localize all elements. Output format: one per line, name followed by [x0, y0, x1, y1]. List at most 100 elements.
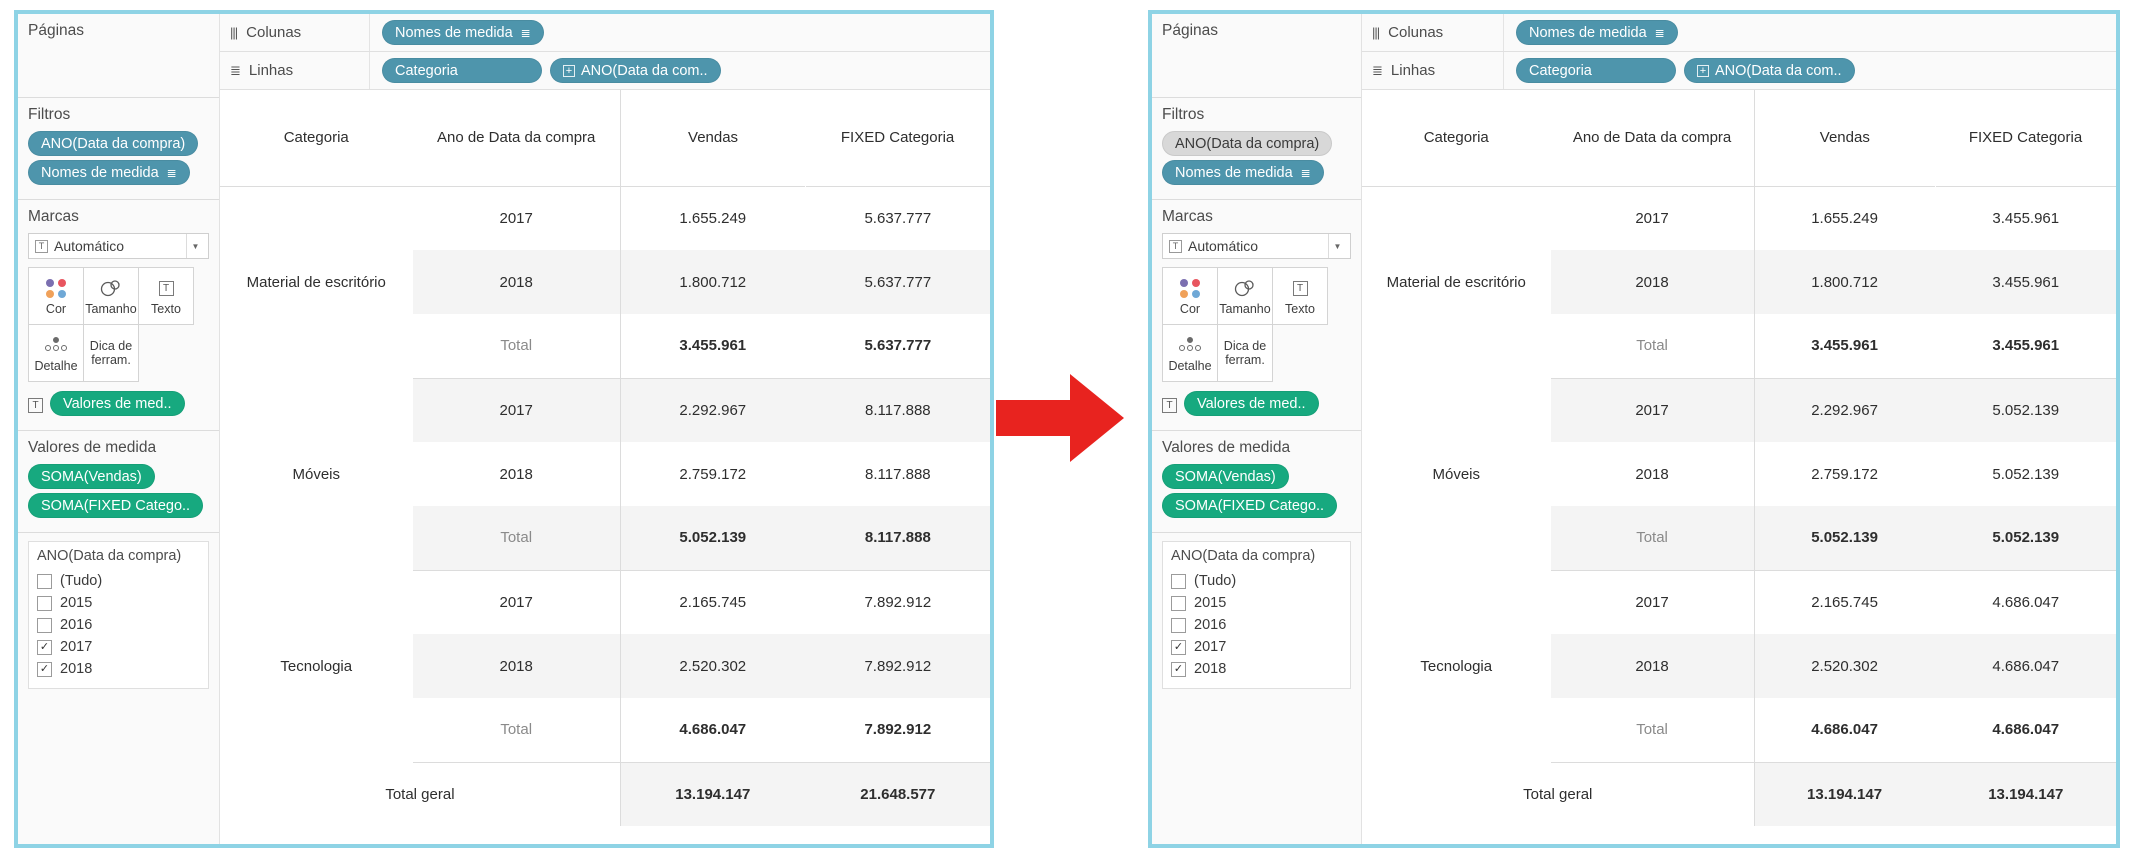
row-fixed-cell: 3.455.961 — [1935, 314, 2116, 379]
marks-button-detalhe[interactable]: Detalhe — [1162, 324, 1218, 382]
checkbox-unchecked-icon[interactable] — [1171, 573, 1186, 589]
text-box-icon: T — [1292, 276, 1308, 300]
filter-checkbox-item[interactable]: 2016 — [1171, 614, 1342, 636]
columns-shelf[interactable]: ||| Colunas Nomes de medida ≣ — [220, 14, 990, 52]
checkbox-unchecked-icon[interactable] — [1171, 617, 1186, 633]
row-vendas-cell: 1.655.249 — [1753, 186, 1936, 250]
table-row: Tecnologia 2017 2.165.745 4.686.047 — [1362, 570, 2116, 675]
row-fixed-cell: 8.117.888 — [805, 378, 990, 442]
row-year-cell: Total — [412, 314, 621, 379]
shelf-pill-categoria[interactable]: Categoria — [1516, 58, 1676, 83]
marks-button-texto[interactable]: T Texto — [1272, 267, 1328, 325]
row-fixed-cell: 4.686.047 — [1935, 698, 2116, 763]
shelf-pill-ano-data-da-compra[interactable]: + ANO(Data da com.. — [1684, 58, 1855, 83]
filter-checkbox-item[interactable]: ✓ 2018 — [37, 658, 200, 680]
rows-shelf[interactable]: ≣ Linhas Categoria + ANO(Data da com.. — [1362, 52, 2116, 90]
filter-checkbox-item[interactable]: ✓ 2017 — [1171, 636, 1342, 658]
measure-value-vendas-label: SOMA(Vendas) — [41, 468, 142, 485]
ano-filter-title: ANO(Data da compra) — [1171, 548, 1316, 564]
filter-checkbox-item[interactable]: ✓ 2018 — [1171, 658, 1342, 680]
marks-button-texto-label: Texto — [151, 302, 181, 316]
rows-shelf-label: ≣ Linhas — [220, 52, 370, 89]
measure-values-title: Valores de medida — [28, 439, 157, 456]
measure-value-pill-fixed-categoria[interactable]: SOMA(FIXED Catego.. — [28, 493, 204, 518]
marks-type-dropdown[interactable]: T Automático ▼ — [1162, 233, 1351, 259]
measure-value-pill-vendas[interactable]: SOMA(Vendas) — [28, 464, 155, 489]
text-mark-icon: T — [1169, 239, 1182, 253]
marks-button-cor[interactable]: Cor — [1162, 267, 1218, 325]
columns-shelf[interactable]: ||| Colunas Nomes de medida ≣ — [1362, 14, 2116, 52]
ano-filter-list[interactable]: ANO(Data da compra) (Tudo) 2015 2016 ✓ 2… — [28, 541, 209, 689]
checkbox-checked-icon[interactable]: ✓ — [37, 639, 52, 655]
marks-pill-label: Valores de med.. — [63, 395, 172, 412]
shelf-pill-nomes-de-medida[interactable]: Nomes de medida ≣ — [382, 20, 544, 45]
marks-button-tamanho[interactable]: Tamanho — [1217, 267, 1273, 325]
marks-button-dica-de-ferramenta[interactable]: Dica de ferram. — [1217, 324, 1273, 382]
checkbox-unchecked-icon[interactable] — [37, 595, 52, 611]
col-header-fixed-categoria: FIXED Categoria — [840, 129, 955, 147]
left-rail-after: Páginas Filtros ANO(Data da compra) Nome… — [1152, 14, 1362, 844]
filter-checkbox-item[interactable]: 2015 — [1171, 592, 1342, 614]
size-circles-icon — [98, 276, 124, 300]
pages-card[interactable]: Páginas — [18, 14, 219, 98]
chevron-down-icon[interactable]: ▼ — [186, 234, 204, 258]
checkbox-checked-icon[interactable]: ✓ — [37, 661, 52, 677]
shelf-pill-nomes-de-medida[interactable]: Nomes de medida ≣ — [1516, 20, 1678, 45]
measure-value-pill-fixed-categoria[interactable]: SOMA(FIXED Catego.. — [1162, 493, 1338, 518]
marks-button-cor[interactable]: Cor — [28, 267, 84, 325]
filter-pill-ano[interactable]: ANO(Data da compra) — [1162, 131, 1333, 156]
rows-shelf-pills: Categoria + ANO(Data da com.. — [1504, 58, 1855, 83]
pages-card-title: Páginas — [28, 22, 85, 39]
ano-filter-card[interactable]: ANO(Data da compra) (Tudo) 2015 2016 ✓ 2… — [18, 533, 219, 844]
filter-pill-nomes-label: Nomes de medida — [1175, 164, 1293, 181]
row-year-cell: 2018 — [412, 634, 621, 698]
marks-button-tamanho[interactable]: Tamanho — [83, 267, 139, 325]
pages-card[interactable]: Páginas — [1152, 14, 1361, 98]
filters-card[interactable]: Filtros ANO(Data da compra) Nomes de med… — [18, 98, 219, 200]
marks-pill-valores-de-medida[interactable]: Valores de med.. — [50, 391, 185, 416]
marks-card[interactable]: Marcas T Automático ▼ Cor Tamanho T Text… — [18, 200, 219, 431]
shelf-pill-ano-data-da-compra[interactable]: + ANO(Data da com.. — [550, 58, 721, 83]
text-box-icon: T — [1162, 398, 1177, 413]
marks-type-dropdown[interactable]: T Automático ▼ — [28, 233, 209, 259]
checkbox-unchecked-icon[interactable] — [37, 617, 52, 633]
filter-checkbox-item[interactable]: 2015 — [37, 592, 200, 614]
marks-card[interactable]: Marcas T Automático ▼ Cor Tamanho T Text… — [1152, 200, 1361, 431]
measure-value-pill-vendas[interactable]: SOMA(Vendas) — [1162, 464, 1289, 489]
filter-checkbox-item[interactable]: (Tudo) — [1171, 570, 1342, 592]
measure-values-card[interactable]: Valores de medida SOMA(Vendas) SOMA(FIXE… — [1152, 431, 1361, 533]
checkbox-checked-icon[interactable]: ✓ — [1171, 639, 1186, 655]
plus-box-icon[interactable]: + — [1697, 64, 1709, 77]
checkbox-unchecked-icon[interactable] — [1171, 595, 1186, 611]
filter-pill-nomes-de-medida[interactable]: Nomes de medida ≣ — [28, 160, 190, 185]
row-fixed-cell: 7.892.912 — [805, 634, 990, 698]
filter-checkbox-item[interactable]: (Tudo) — [37, 570, 200, 592]
row-year-cell: 2018 — [412, 250, 621, 314]
rows-shelf[interactable]: ≣ Linhas Categoria + ANO(Data da com.. — [220, 52, 990, 90]
checkbox-checked-icon[interactable]: ✓ — [1171, 661, 1186, 677]
filter-pill-ano[interactable]: ANO(Data da compra) — [28, 131, 199, 156]
row-fixed-cell: 7.892.912 — [864, 593, 932, 611]
row-vendas-cell: 3.455.961 — [1753, 314, 1936, 379]
shelf-pill-categoria[interactable]: Categoria — [382, 58, 542, 83]
rows-shelf-pills: Categoria + ANO(Data da com.. — [370, 58, 721, 83]
marks-button-detalhe[interactable]: Detalhe — [28, 324, 84, 382]
filter-pill-nomes-de-medida[interactable]: Nomes de medida ≣ — [1162, 160, 1324, 185]
marks-button-dica-de-ferramenta[interactable]: Dica de ferram. — [83, 324, 139, 382]
marks-pill-valores-de-medida[interactable]: Valores de med.. — [1184, 391, 1319, 416]
marks-button-texto[interactable]: T Texto — [138, 267, 194, 325]
filter-checkbox-item[interactable]: ✓ 2017 — [37, 636, 200, 658]
row-vendas-cell: 2.520.302 — [619, 634, 806, 698]
rows-label-text: Linhas — [248, 62, 294, 79]
pages-card-title: Páginas — [1162, 22, 1219, 39]
ano-filter-card[interactable]: ANO(Data da compra) (Tudo) 2015 2016 ✓ 2… — [1152, 533, 1361, 844]
chevron-down-icon[interactable]: ▼ — [1328, 234, 1346, 258]
col-header-categoria: Categoria — [1423, 129, 1489, 147]
filters-card[interactable]: Filtros ANO(Data da compra) Nomes de med… — [1152, 98, 1361, 200]
checkbox-unchecked-icon[interactable] — [37, 573, 52, 589]
filter-checkbox-item[interactable]: 2016 — [37, 614, 200, 636]
plus-box-icon[interactable]: + — [563, 64, 575, 77]
row-vendas-cell: 2.165.745 — [1753, 570, 1936, 634]
measure-values-card[interactable]: Valores de medida SOMA(Vendas) SOMA(FIXE… — [18, 431, 219, 533]
ano-filter-list[interactable]: ANO(Data da compra) (Tudo) 2015 2016 ✓ 2… — [1162, 541, 1351, 689]
